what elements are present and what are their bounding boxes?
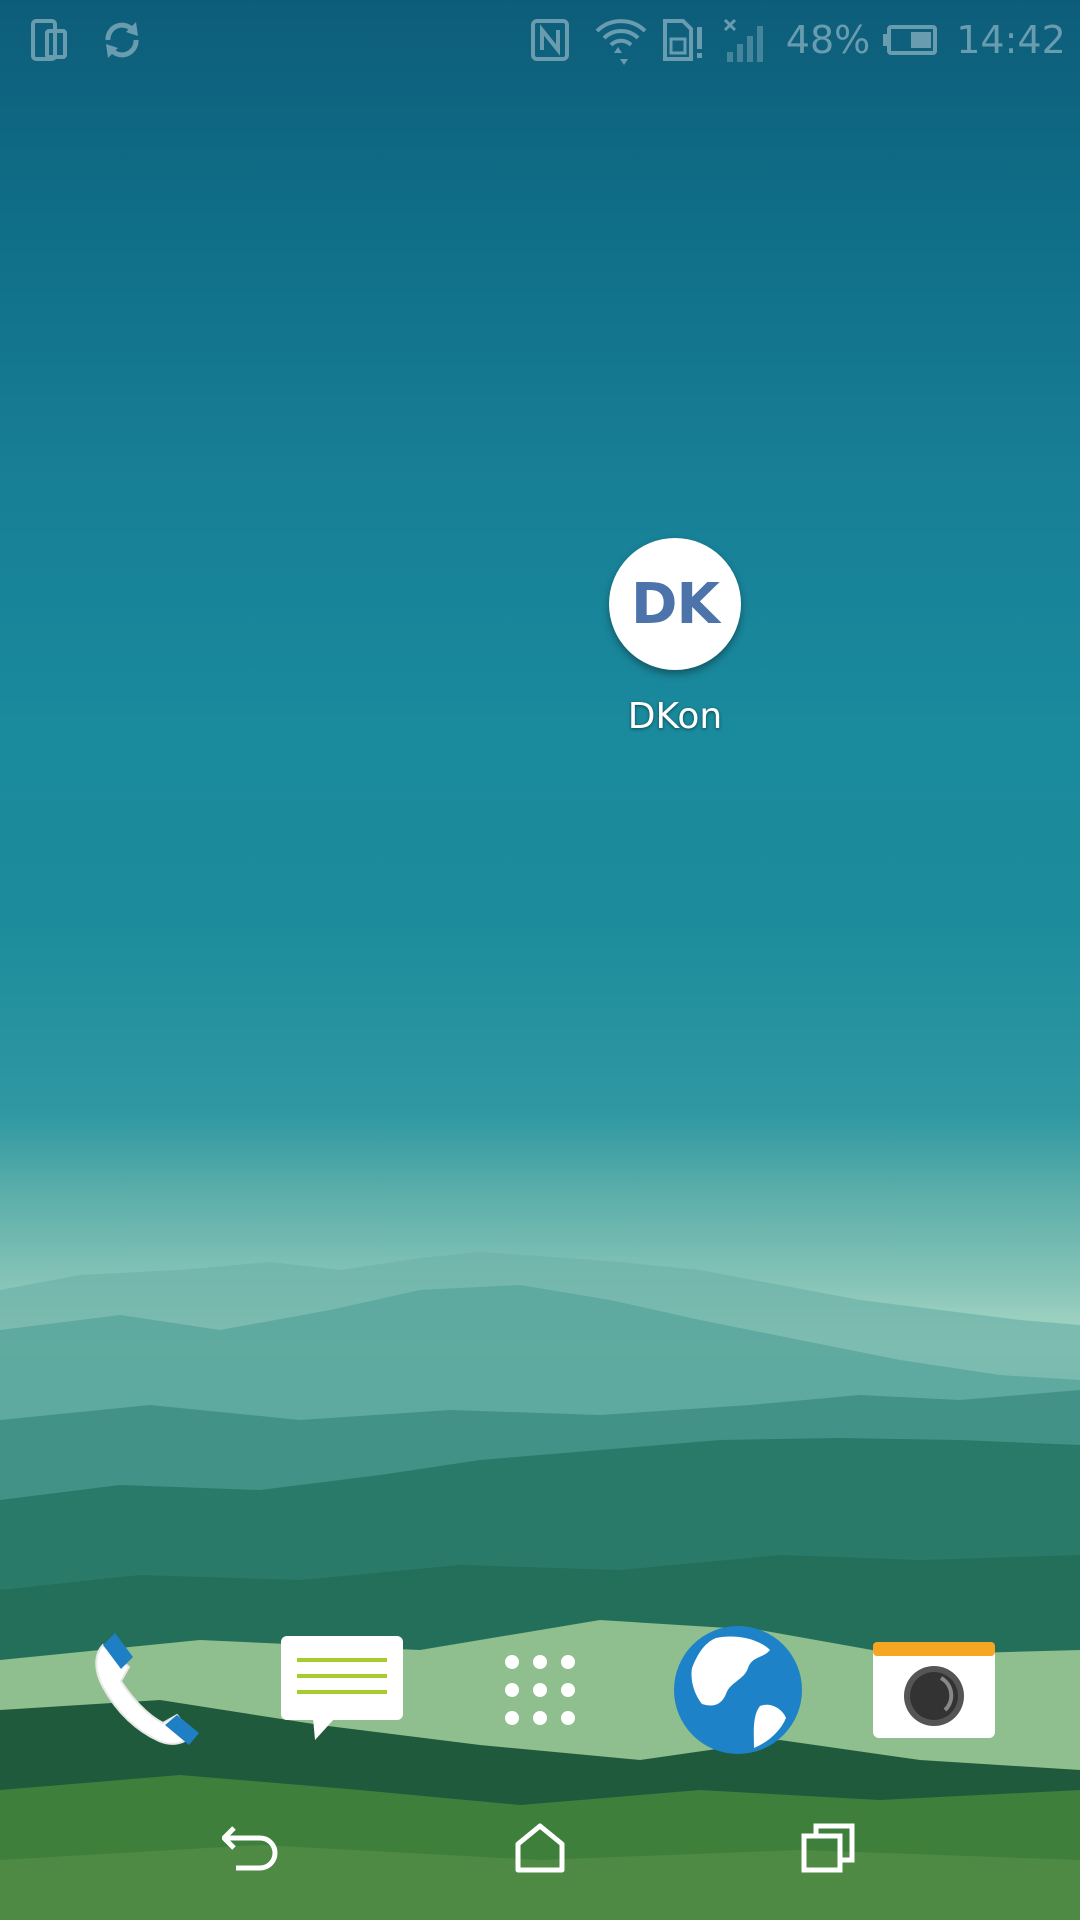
- dkon-app-icon[interactable]: DK: [609, 538, 741, 670]
- home-screen: 48% 14:42 DK DKon: [0, 0, 1080, 1920]
- signal-no-service-icon: [720, 0, 772, 80]
- phone-icon[interactable]: [76, 1620, 216, 1760]
- app-label: DKon: [627, 696, 723, 737]
- messages-icon[interactable]: [272, 1620, 412, 1760]
- app-icon-text: DK: [631, 571, 720, 637]
- clock: 14:42: [956, 18, 1066, 62]
- recents-icon[interactable]: [778, 1812, 878, 1884]
- nfc-icon: [526, 0, 574, 80]
- status-bar: 48% 14:42: [0, 0, 1080, 80]
- app-drawer-icon[interactable]: [470, 1620, 610, 1760]
- battery-percent: 48%: [785, 18, 871, 62]
- wifi-icon: [592, 0, 650, 80]
- battery-icon: [880, 0, 940, 80]
- home-icon[interactable]: [490, 1812, 590, 1884]
- sim-alert-icon: [660, 0, 708, 80]
- camera-icon[interactable]: [864, 1620, 1004, 1760]
- screen-rotate-icon: [24, 0, 74, 80]
- back-icon[interactable]: [202, 1812, 302, 1884]
- browser-icon[interactable]: [668, 1620, 808, 1760]
- sync-icon: [96, 0, 148, 80]
- app-dkon[interactable]: DK DKon: [598, 538, 752, 737]
